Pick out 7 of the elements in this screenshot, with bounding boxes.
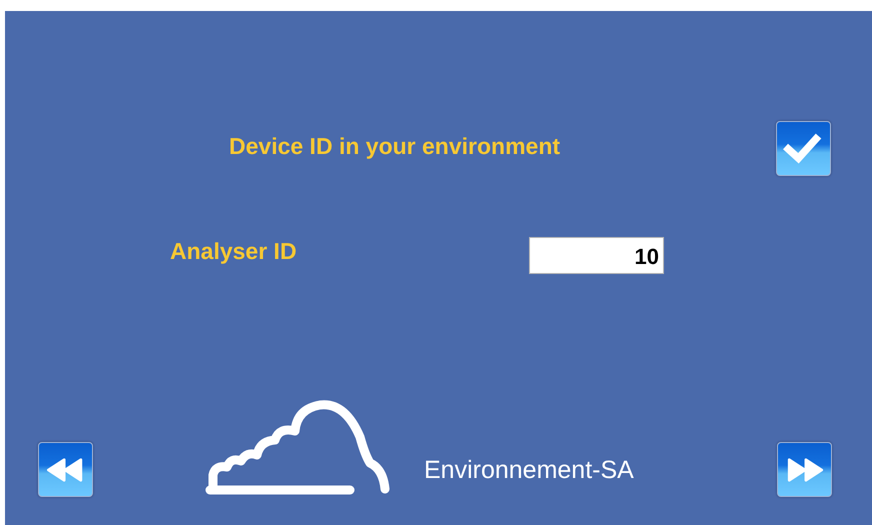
field-label: Analyser ID	[170, 238, 298, 265]
forward-button[interactable]	[777, 442, 832, 497]
input-field[interactable]: 10	[529, 237, 664, 274]
confirm-button[interactable]	[776, 121, 831, 176]
back-button[interactable]	[38, 442, 93, 497]
brand-name: Environnement-SA	[424, 456, 634, 485]
screen-title: Device ID in your environment	[229, 133, 562, 160]
